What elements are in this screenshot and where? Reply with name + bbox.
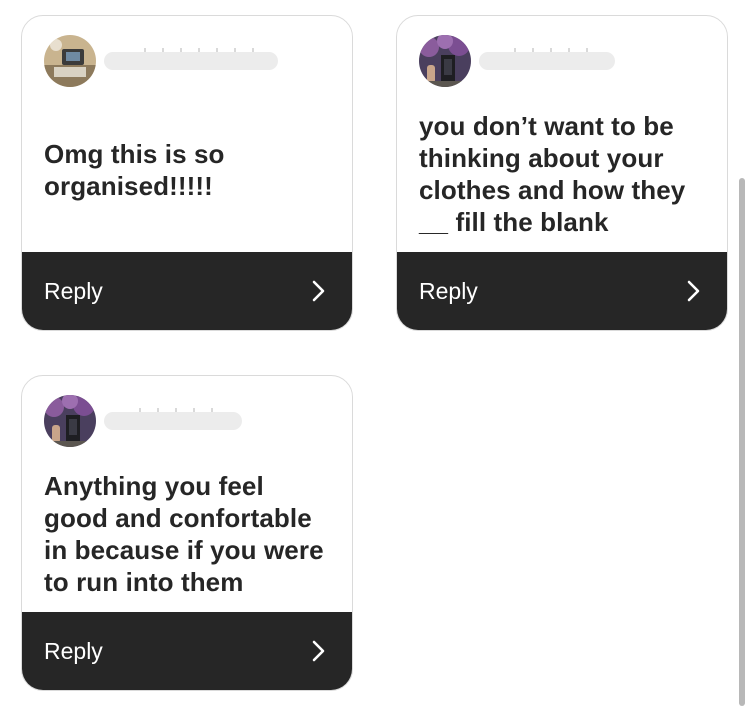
avatar-image — [44, 35, 96, 87]
chevron-right-icon — [312, 640, 325, 662]
question-sticker-responses: Omg this is so organised!!!!! Reply you … — [0, 0, 750, 715]
response-card[interactable]: you don’t want to be thinking about your… — [396, 15, 728, 331]
reply-label: Reply — [419, 277, 478, 304]
chevron-right-icon — [312, 280, 325, 302]
reply-label: Reply — [44, 637, 103, 664]
comment-line: you don’t want to be — [419, 111, 674, 141]
reply-label: Reply — [44, 277, 103, 304]
chevron-right-icon — [687, 280, 700, 302]
comment-line: __ fill the blank — [419, 207, 609, 237]
comment-line: in because if you were — [44, 535, 324, 565]
comment-line: Anything you feel — [44, 471, 264, 501]
username-redacted — [479, 48, 615, 70]
reply-button[interactable]: Reply — [22, 252, 352, 330]
vertical-scrollbar[interactable] — [739, 178, 745, 706]
comment-line: clothes and how they — [419, 175, 686, 205]
card-header — [419, 34, 615, 88]
response-card[interactable]: Anything you feel good and confortable i… — [21, 375, 353, 691]
comment-text: Omg this is so organised!!!!! — [44, 138, 334, 202]
avatar-image — [419, 35, 471, 87]
comment-text: you don’t want to be thinking about your… — [419, 110, 709, 238]
avatar[interactable] — [419, 35, 471, 87]
reply-button[interactable]: Reply — [22, 612, 352, 690]
comment-line: to run into them — [44, 567, 244, 597]
comment-line: organised!!!!! — [44, 171, 213, 201]
response-card[interactable]: Omg this is so organised!!!!! Reply — [21, 15, 353, 331]
reply-button[interactable]: Reply — [397, 252, 727, 330]
username-redacted — [104, 408, 242, 430]
comment-line: good and confortable — [44, 503, 312, 533]
avatar-image — [44, 395, 96, 447]
username-redacted — [104, 48, 278, 70]
comment-line: Omg this is so — [44, 139, 225, 169]
avatar[interactable] — [44, 35, 96, 87]
comment-line: thinking about your — [419, 143, 664, 173]
comment-text: Anything you feel good and confortable i… — [44, 470, 334, 598]
card-header — [44, 34, 278, 88]
avatar[interactable] — [44, 395, 96, 447]
card-header — [44, 394, 242, 448]
